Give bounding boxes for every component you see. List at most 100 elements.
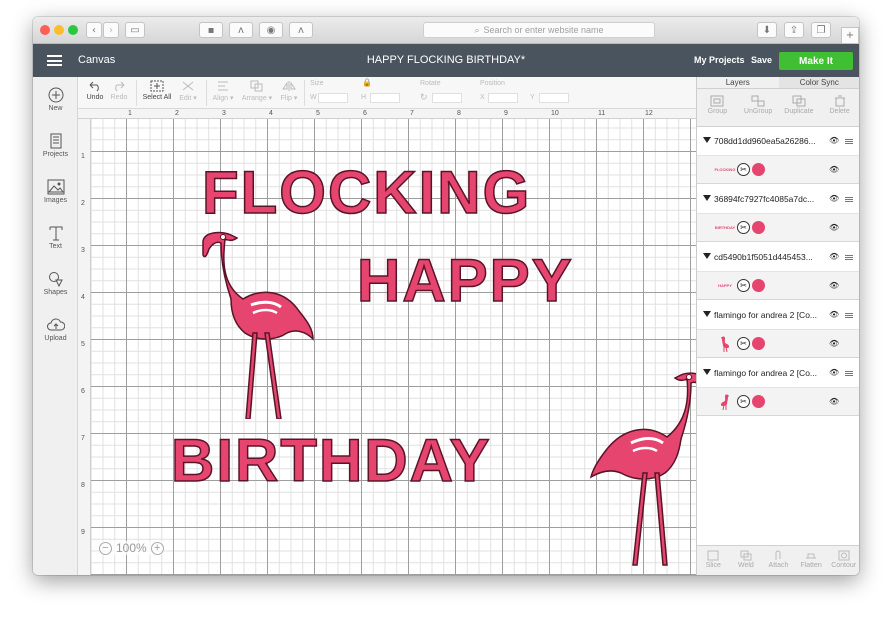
sidebar-item-shapes[interactable]: Shapes: [33, 271, 78, 296]
ungroup-button[interactable]: UnGroup: [738, 89, 779, 126]
horizontal-ruler: 1 2 3 4 5 6 7 8 9 10 11 12: [78, 109, 696, 119]
layer-row[interactable]: ✂ 👁: [697, 330, 859, 358]
expand-triangle-icon[interactable]: [703, 369, 711, 375]
tab-layers[interactable]: Layers: [697, 77, 779, 89]
drag-handle-icon[interactable]: [845, 255, 853, 260]
zoom-out-icon[interactable]: −: [99, 541, 112, 555]
sidebar-item-text[interactable]: Text: [33, 225, 78, 250]
color-swatch[interactable]: [752, 221, 765, 234]
contour-button[interactable]: Contour: [827, 546, 859, 575]
flatten-button[interactable]: Flatten: [795, 546, 828, 575]
share-icon[interactable]: ⇪: [784, 22, 804, 38]
layer-row[interactable]: FLOCKING ✂ 👁: [697, 156, 859, 184]
bookmark-icon-2[interactable]: ʌ: [289, 22, 313, 38]
flamingo-right[interactable]: [587, 369, 696, 569]
tab-color-sync[interactable]: Color Sync: [778, 77, 859, 89]
ruler-tick-label: 12: [645, 110, 653, 117]
eye-icon[interactable]: 👁: [829, 136, 839, 145]
color-swatch[interactable]: [752, 395, 765, 408]
layer-group-header[interactable]: flamingo for andrea 2 [Co... 👁: [697, 359, 859, 388]
select-all-button[interactable]: Select All: [142, 80, 172, 101]
attach-button[interactable]: Attach: [762, 546, 795, 575]
lock-icon[interactable]: 🔒: [362, 78, 372, 87]
cut-operation-icon[interactable]: ✂: [737, 221, 750, 234]
tabs-icon[interactable]: ❐: [811, 22, 831, 38]
drag-handle-icon[interactable]: [845, 371, 853, 376]
cut-operation-icon[interactable]: ✂: [737, 337, 750, 350]
color-swatch[interactable]: [752, 279, 765, 292]
eye-icon[interactable]: 👁: [829, 252, 839, 261]
expand-triangle-icon[interactable]: [703, 195, 711, 201]
group-button[interactable]: Group: [697, 89, 738, 126]
my-projects-link[interactable]: My Projects: [694, 55, 745, 65]
eye-icon[interactable]: 👁: [829, 223, 839, 232]
zoom-in-icon[interactable]: +: [150, 541, 164, 555]
scissors-icon: [182, 81, 194, 91]
drag-handle-icon[interactable]: [845, 313, 853, 318]
rotate-field[interactable]: [432, 93, 462, 103]
flamingo-left[interactable]: [195, 229, 315, 419]
layer-group-header[interactable]: flamingo for andrea 2 [Co... 👁: [697, 301, 859, 330]
width-field[interactable]: [318, 93, 348, 103]
redo-button[interactable]: Redo: [108, 80, 130, 101]
save-button[interactable]: Save: [751, 55, 772, 65]
edit-button[interactable]: Edit ▾: [176, 80, 200, 102]
slice-button[interactable]: Slice: [697, 546, 730, 575]
weld-button[interactable]: Weld: [730, 546, 763, 575]
expand-triangle-icon[interactable]: [703, 137, 711, 143]
download-icon[interactable]: ⬇: [757, 22, 777, 38]
text-birthday[interactable]: BIRTHDAY: [170, 430, 491, 492]
cut-operation-icon[interactable]: ✂: [737, 279, 750, 292]
layer-row[interactable]: ✂ 👁: [697, 388, 859, 416]
sidebar-item-projects[interactable]: Projects: [33, 133, 78, 158]
eye-icon[interactable]: 👁: [829, 165, 839, 174]
close-window-button[interactable]: [40, 25, 50, 35]
layer-row[interactable]: BIRTHDAY ✂ 👁: [697, 214, 859, 242]
drag-handle-icon[interactable]: [845, 139, 853, 144]
delete-button[interactable]: Delete: [819, 89, 859, 126]
reader-icon[interactable]: ▪: [199, 22, 223, 38]
sidebar-item-images[interactable]: Images: [33, 179, 78, 204]
forward-icon[interactable]: ›: [103, 22, 119, 38]
expand-triangle-icon[interactable]: [703, 311, 711, 317]
address-bar[interactable]: ⌕ Search or enter website name: [423, 22, 655, 38]
layer-group-header[interactable]: 36894fc7927fc4085a7dc... 👁: [697, 185, 859, 214]
layer-group-header[interactable]: cd5490b1f5051d445453... 👁: [697, 243, 859, 272]
color-swatch[interactable]: [752, 163, 765, 176]
height-field[interactable]: [370, 93, 400, 103]
minimize-window-button[interactable]: [54, 25, 64, 35]
align-button[interactable]: Align ▾: [210, 80, 236, 102]
arrange-button[interactable]: Arrange ▾: [240, 80, 274, 102]
x-position-field[interactable]: [488, 93, 518, 103]
duplicate-button[interactable]: Duplicate: [779, 89, 820, 126]
text-flocking[interactable]: FLOCKING: [201, 162, 531, 224]
color-swatch[interactable]: [752, 337, 765, 350]
text-happy[interactable]: HAPPY: [356, 250, 574, 312]
sidebar-toggle-icon[interactable]: ▭: [125, 22, 145, 38]
zoom-window-button[interactable]: [68, 25, 78, 35]
bookmark-icon[interactable]: ʌ: [229, 22, 253, 38]
drag-handle-icon[interactable]: [845, 197, 853, 202]
eye-icon[interactable]: 👁: [829, 368, 839, 377]
eye-icon[interactable]: 👁: [829, 310, 839, 319]
cut-operation-icon[interactable]: ✂: [737, 163, 750, 176]
eye-icon[interactable]: 👁: [829, 194, 839, 203]
design-canvas[interactable]: FLOCKING HAPPY BIRTHDAY − 100% +: [91, 119, 696, 575]
extension-icon[interactable]: ◉: [259, 22, 283, 38]
expand-triangle-icon[interactable]: [703, 253, 711, 259]
make-it-button[interactable]: Make It: [779, 52, 853, 70]
cut-operation-icon[interactable]: ✂: [737, 395, 750, 408]
eye-icon[interactable]: 👁: [829, 397, 839, 406]
duplicate-icon: [792, 95, 806, 107]
layer-group-header[interactable]: 708dd1dd960ea5a26286... 👁: [697, 127, 859, 156]
layer-row[interactable]: HAPPY ✂ 👁: [697, 272, 859, 300]
y-position-field[interactable]: [539, 93, 569, 103]
eye-icon[interactable]: 👁: [829, 281, 839, 290]
undo-button[interactable]: Undo: [84, 80, 106, 101]
eye-icon[interactable]: 👁: [829, 339, 839, 348]
sidebar-item-new[interactable]: New: [33, 87, 78, 112]
sidebar-item-upload[interactable]: Upload: [33, 317, 78, 342]
flip-button[interactable]: Flip ▾: [277, 80, 301, 102]
back-icon[interactable]: ‹: [86, 22, 102, 38]
new-tab-icon[interactable]: +: [841, 27, 859, 44]
